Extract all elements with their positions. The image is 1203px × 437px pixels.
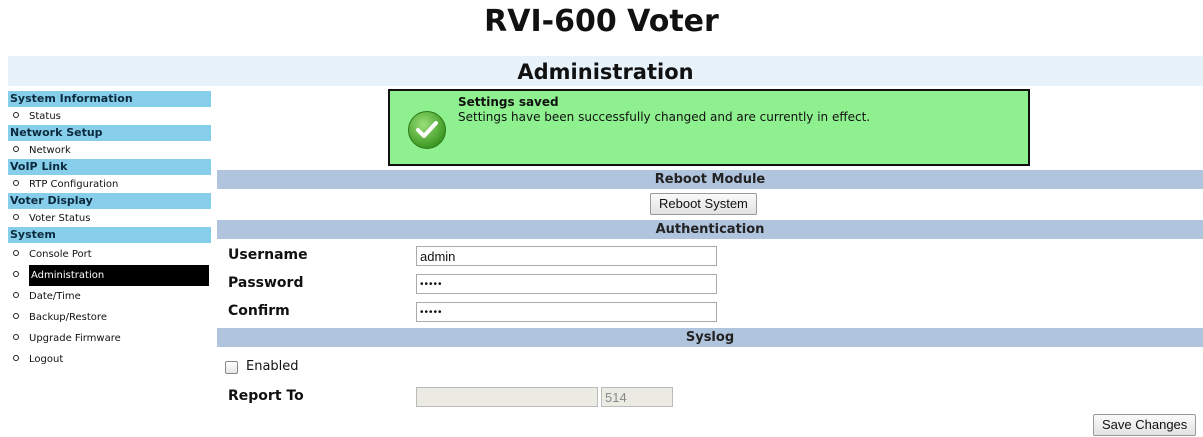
sidebar-item-label: Upgrade Firmware <box>29 333 121 344</box>
sidebar-item-label: Console Port <box>29 249 92 260</box>
confirm-password-field[interactable]: ••••• <box>416 302 717 322</box>
bullet-icon <box>13 250 19 256</box>
sidebar-item-date-time[interactable]: Date/Time <box>8 286 211 307</box>
section-reboot-module: Reboot Module <box>217 170 1203 189</box>
checkmark-icon <box>408 111 446 149</box>
reboot-system-button[interactable]: Reboot System <box>650 193 757 215</box>
report-to-host-field <box>416 387 598 407</box>
notice-title: Settings saved <box>458 95 559 109</box>
save-changes-button[interactable]: Save Changes <box>1093 414 1197 436</box>
section-syslog: Syslog <box>217 328 1203 347</box>
sidebar-item-label: Network <box>29 145 71 156</box>
sidebar-item-label: RTP Configuration <box>29 179 119 190</box>
notice-text: Settings have been successfully changed … <box>458 110 871 124</box>
app-title: RVI-600 Voter <box>484 4 719 39</box>
username-label: Username <box>228 247 308 263</box>
sidebar-item-backup-restore[interactable]: Backup/Restore <box>8 307 211 328</box>
sidebar-item-label: Administration <box>29 265 209 286</box>
syslog-enabled-label: Enabled <box>246 359 299 374</box>
bullet-icon <box>13 271 19 277</box>
sidebar-item-network[interactable]: Network <box>8 142 211 159</box>
bullet-icon <box>13 146 19 152</box>
sidebar-header-system-information: System Information <box>8 91 211 108</box>
sidebar-header-system: System <box>8 227 211 244</box>
report-to-port-field: 514 <box>601 387 673 407</box>
sidebar-item-rtp-configuration[interactable]: RTP Configuration <box>8 176 211 193</box>
sidebar-item-label: Backup/Restore <box>29 312 107 323</box>
sidebar-nav: System Information Status Network Setup … <box>8 91 211 370</box>
bullet-icon <box>13 112 19 118</box>
sidebar-header-voip-link: VoIP Link <box>8 159 211 176</box>
bullet-icon <box>13 214 19 220</box>
sidebar-item-label: Voter Status <box>29 213 91 224</box>
sidebar-item-label: Date/Time <box>29 291 81 302</box>
sidebar-header-voter-display: Voter Display <box>8 193 211 210</box>
sidebar-item-label: Status <box>29 111 61 122</box>
bullet-icon <box>13 292 19 298</box>
section-authentication: Authentication <box>217 220 1203 239</box>
bullet-icon <box>13 180 19 186</box>
bullet-icon <box>13 355 19 361</box>
bullet-icon <box>13 334 19 340</box>
username-field[interactable]: admin <box>416 246 717 266</box>
sidebar-item-label: Logout <box>29 354 64 365</box>
bullet-icon <box>13 313 19 319</box>
password-field[interactable]: ••••• <box>416 274 717 294</box>
sidebar-item-voter-status[interactable]: Voter Status <box>8 210 211 227</box>
sidebar-item-upgrade-firmware[interactable]: Upgrade Firmware <box>8 328 211 349</box>
sidebar-header-network-setup: Network Setup <box>8 125 211 142</box>
settings-saved-notice: Settings saved Settings have been succes… <box>388 89 1030 166</box>
sidebar-item-console-port[interactable]: Console Port <box>8 244 211 265</box>
page-title-bar: Administration <box>8 56 1203 86</box>
sidebar-item-logout[interactable]: Logout <box>8 349 211 370</box>
password-label: Password <box>228 275 304 291</box>
sidebar-item-status[interactable]: Status <box>8 108 211 125</box>
confirm-label: Confirm <box>228 303 290 319</box>
syslog-enabled-checkbox[interactable] <box>225 361 238 374</box>
report-to-label: Report To <box>228 388 304 404</box>
sidebar-item-administration[interactable]: Administration <box>8 265 211 286</box>
page-title: Administration <box>517 60 694 84</box>
